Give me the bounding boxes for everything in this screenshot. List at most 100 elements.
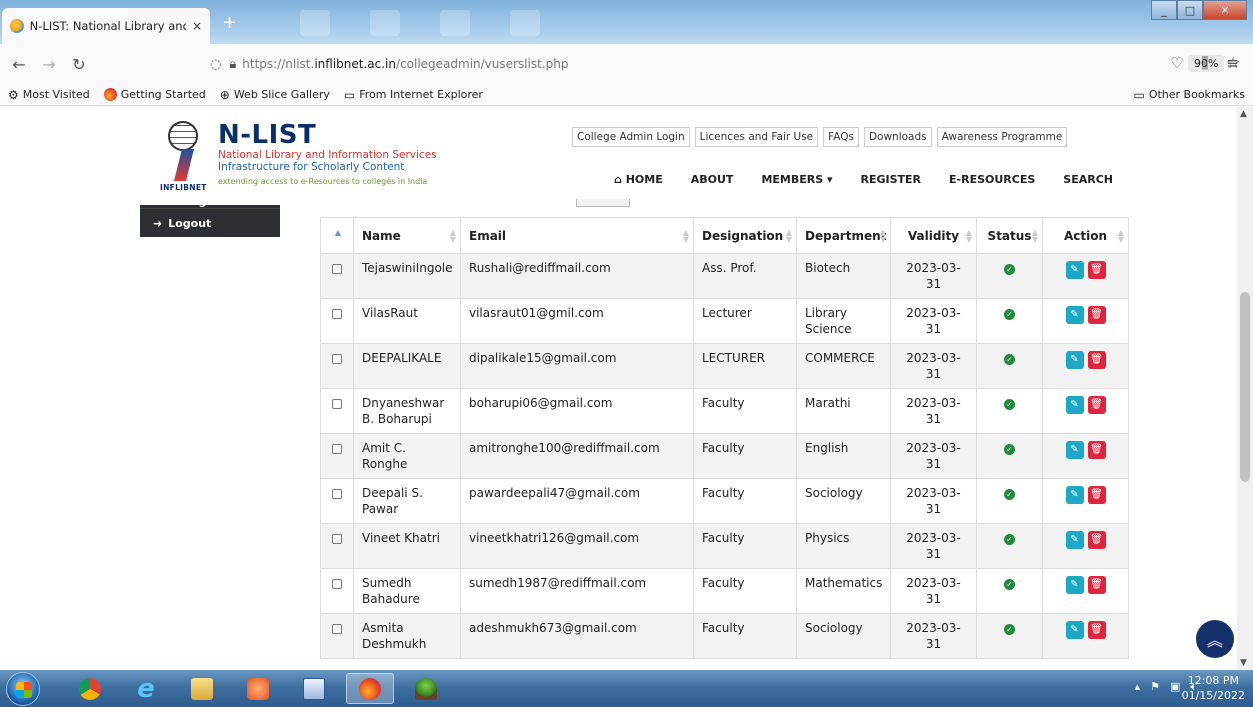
address-bar[interactable]: ◌ 🔒︎ https://nlist.inflibnet.ac.in/colle…: [210, 51, 1240, 77]
edit-button[interactable]: ✎: [1065, 351, 1084, 369]
taskbar-firefox[interactable]: [346, 673, 394, 704]
link-awareness-programme[interactable]: Awareness Programme: [936, 127, 1068, 147]
column-header-name[interactable]: Name ▲ ▼: [353, 217, 461, 254]
column-header-designation[interactable]: Designation ▲ ▼: [693, 217, 797, 254]
edit-button[interactable]: ✎: [1065, 396, 1084, 414]
nav-about[interactable]: ABOUT: [691, 173, 734, 186]
delete-button[interactable]: 🗑︎: [1087, 396, 1106, 414]
new-tab-button[interactable]: +: [222, 12, 237, 33]
cell-status: ✓: [976, 433, 1043, 479]
link-licences[interactable]: Licences and Fair Use: [694, 127, 819, 147]
menu-icon[interactable]: ≡: [1226, 54, 1239, 72]
row-checkbox[interactable]: [332, 264, 342, 274]
cell-designation: Faculty: [693, 568, 797, 614]
edit-button[interactable]: ✎: [1065, 261, 1084, 279]
row-checkbox[interactable]: [332, 309, 342, 319]
edit-button[interactable]: ✎: [1065, 576, 1084, 594]
edit-button[interactable]: ✎: [1065, 306, 1084, 324]
double-chevron-up-icon: ︽: [1206, 631, 1223, 650]
edit-button[interactable]: ✎: [1065, 531, 1084, 549]
page-scrollbar[interactable]: ▲ ▼: [1237, 107, 1253, 670]
taskbar-word[interactable]: [290, 673, 338, 704]
pocket-icon[interactable]: ♡: [1170, 54, 1183, 72]
edit-button[interactable]: ✎: [1065, 441, 1084, 459]
delete-button[interactable]: 🗑︎: [1087, 351, 1106, 369]
nav-home[interactable]: ⌂ HOME: [614, 173, 663, 186]
column-header-email[interactable]: Email ▲ ▼: [460, 217, 694, 254]
column-header-validity[interactable]: Validity ▲ ▼: [890, 217, 977, 254]
delete-button[interactable]: 🗑︎: [1087, 306, 1106, 324]
cell-designation: Faculty: [693, 388, 797, 434]
site-logo[interactable]: INFLIBNET N-LIST National Library and In…: [160, 121, 437, 193]
row-checkbox[interactable]: [332, 444, 342, 454]
url-text[interactable]: https://nlist.inflibnet.ac.in/collegeadm…: [242, 57, 568, 71]
browser-tab[interactable]: N-LIST: National Library and Inf ×: [2, 8, 210, 44]
shield-icon[interactable]: ◌: [210, 57, 221, 72]
taskbar-explorer[interactable]: [178, 673, 226, 704]
word-icon: [303, 677, 325, 700]
page-content: ⚿ Change Password ➜ Logout INFLIBNET N-L…: [0, 107, 1237, 670]
bookmark-getting-started[interactable]: Getting Started: [103, 88, 206, 101]
scrollbar-thumb[interactable]: [1240, 292, 1250, 482]
link-college-admin-login[interactable]: College Admin Login: [572, 127, 690, 147]
scroll-down-icon[interactable]: ▼: [1240, 658, 1247, 668]
row-checkbox[interactable]: [332, 534, 342, 544]
forward-arrow-icon[interactable]: →: [38, 55, 60, 74]
lock-icon[interactable]: 🔒︎: [229, 57, 236, 72]
delete-button[interactable]: 🗑︎: [1087, 261, 1106, 279]
row-checkbox[interactable]: [332, 579, 342, 589]
table-row: Amit C. Ronghe amitronghe100@rediffmail.…: [320, 433, 1129, 479]
maximize-button[interactable]: □: [1177, 0, 1203, 20]
cell-validity: 2023-03-31: [890, 388, 977, 434]
link-downloads[interactable]: Downloads: [863, 127, 932, 147]
taskbar-tree-app[interactable]: [402, 673, 450, 704]
nav-search[interactable]: SEARCH: [1063, 173, 1113, 186]
tab-close-icon[interactable]: ×: [192, 19, 202, 33]
cell-name: Sumedh Bahadure: [353, 568, 461, 614]
sidebar-item-logout[interactable]: ➜ Logout: [140, 209, 280, 237]
cell-department: English: [796, 433, 891, 479]
row-checkbox[interactable]: [332, 399, 342, 409]
row-checkbox[interactable]: [332, 489, 342, 499]
bookmark-from-ie[interactable]: ▭ From Internet Explorer: [344, 88, 483, 102]
nav-register[interactable]: REGISTER: [861, 173, 922, 186]
column-header-status[interactable]: Status ▲ ▼: [976, 217, 1043, 254]
scroll-up-icon[interactable]: ▲: [1240, 109, 1247, 119]
column-header-department[interactable]: Department ▲ ▼: [796, 217, 891, 254]
show-hidden-icons-icon[interactable]: ▴: [1135, 680, 1141, 694]
edit-button[interactable]: ✎: [1065, 486, 1084, 504]
taskbar-chrome[interactable]: [66, 673, 114, 704]
row-checkbox[interactable]: [332, 354, 342, 364]
column-header-action[interactable]: Action ▲ ▼: [1042, 217, 1129, 254]
bookmark-most-visited[interactable]: ⚙ Most Visited: [8, 88, 90, 102]
cell-validity: 2023-03-31: [890, 523, 977, 569]
reload-icon[interactable]: ↻: [68, 55, 90, 74]
cell-status: ✓: [976, 388, 1043, 434]
edit-button[interactable]: ✎: [1065, 621, 1084, 639]
minimize-button[interactable]: _: [1151, 0, 1177, 20]
delete-button[interactable]: 🗑︎: [1087, 621, 1106, 639]
delete-button[interactable]: 🗑︎: [1087, 486, 1106, 504]
back-arrow-icon[interactable]: ←: [8, 55, 30, 74]
start-button[interactable]: [6, 672, 40, 706]
cell-validity: 2023-03-31: [890, 613, 977, 659]
row-checkbox[interactable]: [332, 624, 342, 634]
system-clock[interactable]: 12:08 PM 01/15/2022: [1182, 673, 1245, 703]
taskbar-media[interactable]: [234, 673, 282, 704]
delete-button[interactable]: 🗑︎: [1087, 441, 1106, 459]
bookmark-other[interactable]: ▭ Other Bookmarks: [1133, 88, 1245, 102]
nav-e-resources[interactable]: E-RESOURCES: [949, 173, 1035, 186]
row-select-cell: [320, 298, 354, 344]
scroll-to-top-button[interactable]: ︽: [1196, 620, 1234, 658]
library-icon[interactable]: ⫼: [1202, 54, 1209, 72]
flag-icon[interactable]: ⚑: [1150, 680, 1160, 694]
sort-column-header[interactable]: ▲: [320, 217, 354, 254]
bookmark-web-slice-gallery[interactable]: ⊕ Web Slice Gallery: [220, 88, 330, 102]
delete-button[interactable]: 🗑︎: [1087, 531, 1106, 549]
delete-button[interactable]: 🗑︎: [1087, 576, 1106, 594]
network-icon[interactable]: ▣: [1170, 680, 1180, 694]
taskbar-ie[interactable]: e: [122, 673, 170, 704]
nav-members[interactable]: MEMBERS ▾: [761, 173, 832, 186]
close-window-button[interactable]: ✕: [1203, 0, 1247, 20]
link-faqs[interactable]: FAQs: [823, 127, 859, 147]
